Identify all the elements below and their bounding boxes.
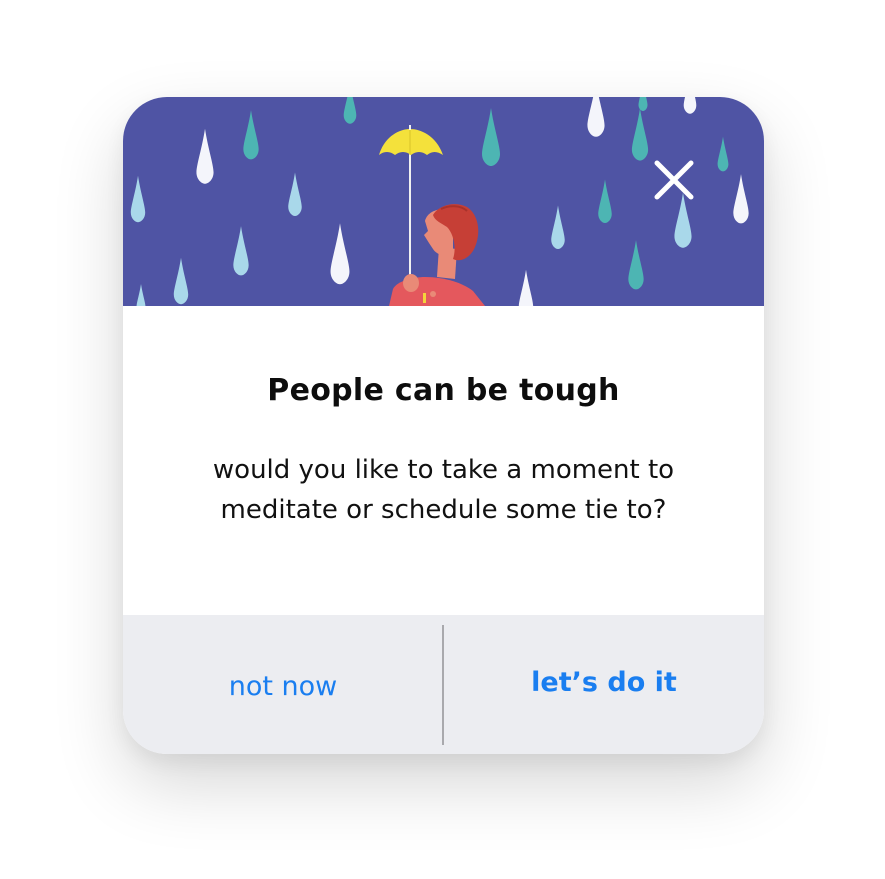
person-with-umbrella-icon (379, 125, 485, 306)
dialog-message: would you like to take a moment to medit… (163, 450, 724, 530)
dialog-actions: not now let’s do it (123, 615, 764, 754)
dialog-body: People can be tough would you like to ta… (123, 306, 764, 615)
dialog-message-line: meditate or schedule some tie to? (220, 495, 667, 525)
dialog-title: People can be tough (267, 373, 620, 408)
screen-background: People can be tough would you like to ta… (0, 0, 885, 879)
rain-illustration (123, 97, 764, 306)
dialog-message-line: would you like to take a moment to (212, 455, 675, 485)
not-now-button[interactable]: not now (123, 615, 443, 754)
alert-dialog: People can be tough would you like to ta… (123, 97, 764, 754)
close-icon (654, 160, 694, 200)
lets-do-it-button[interactable]: let’s do it (444, 615, 764, 754)
close-button[interactable] (651, 157, 697, 203)
